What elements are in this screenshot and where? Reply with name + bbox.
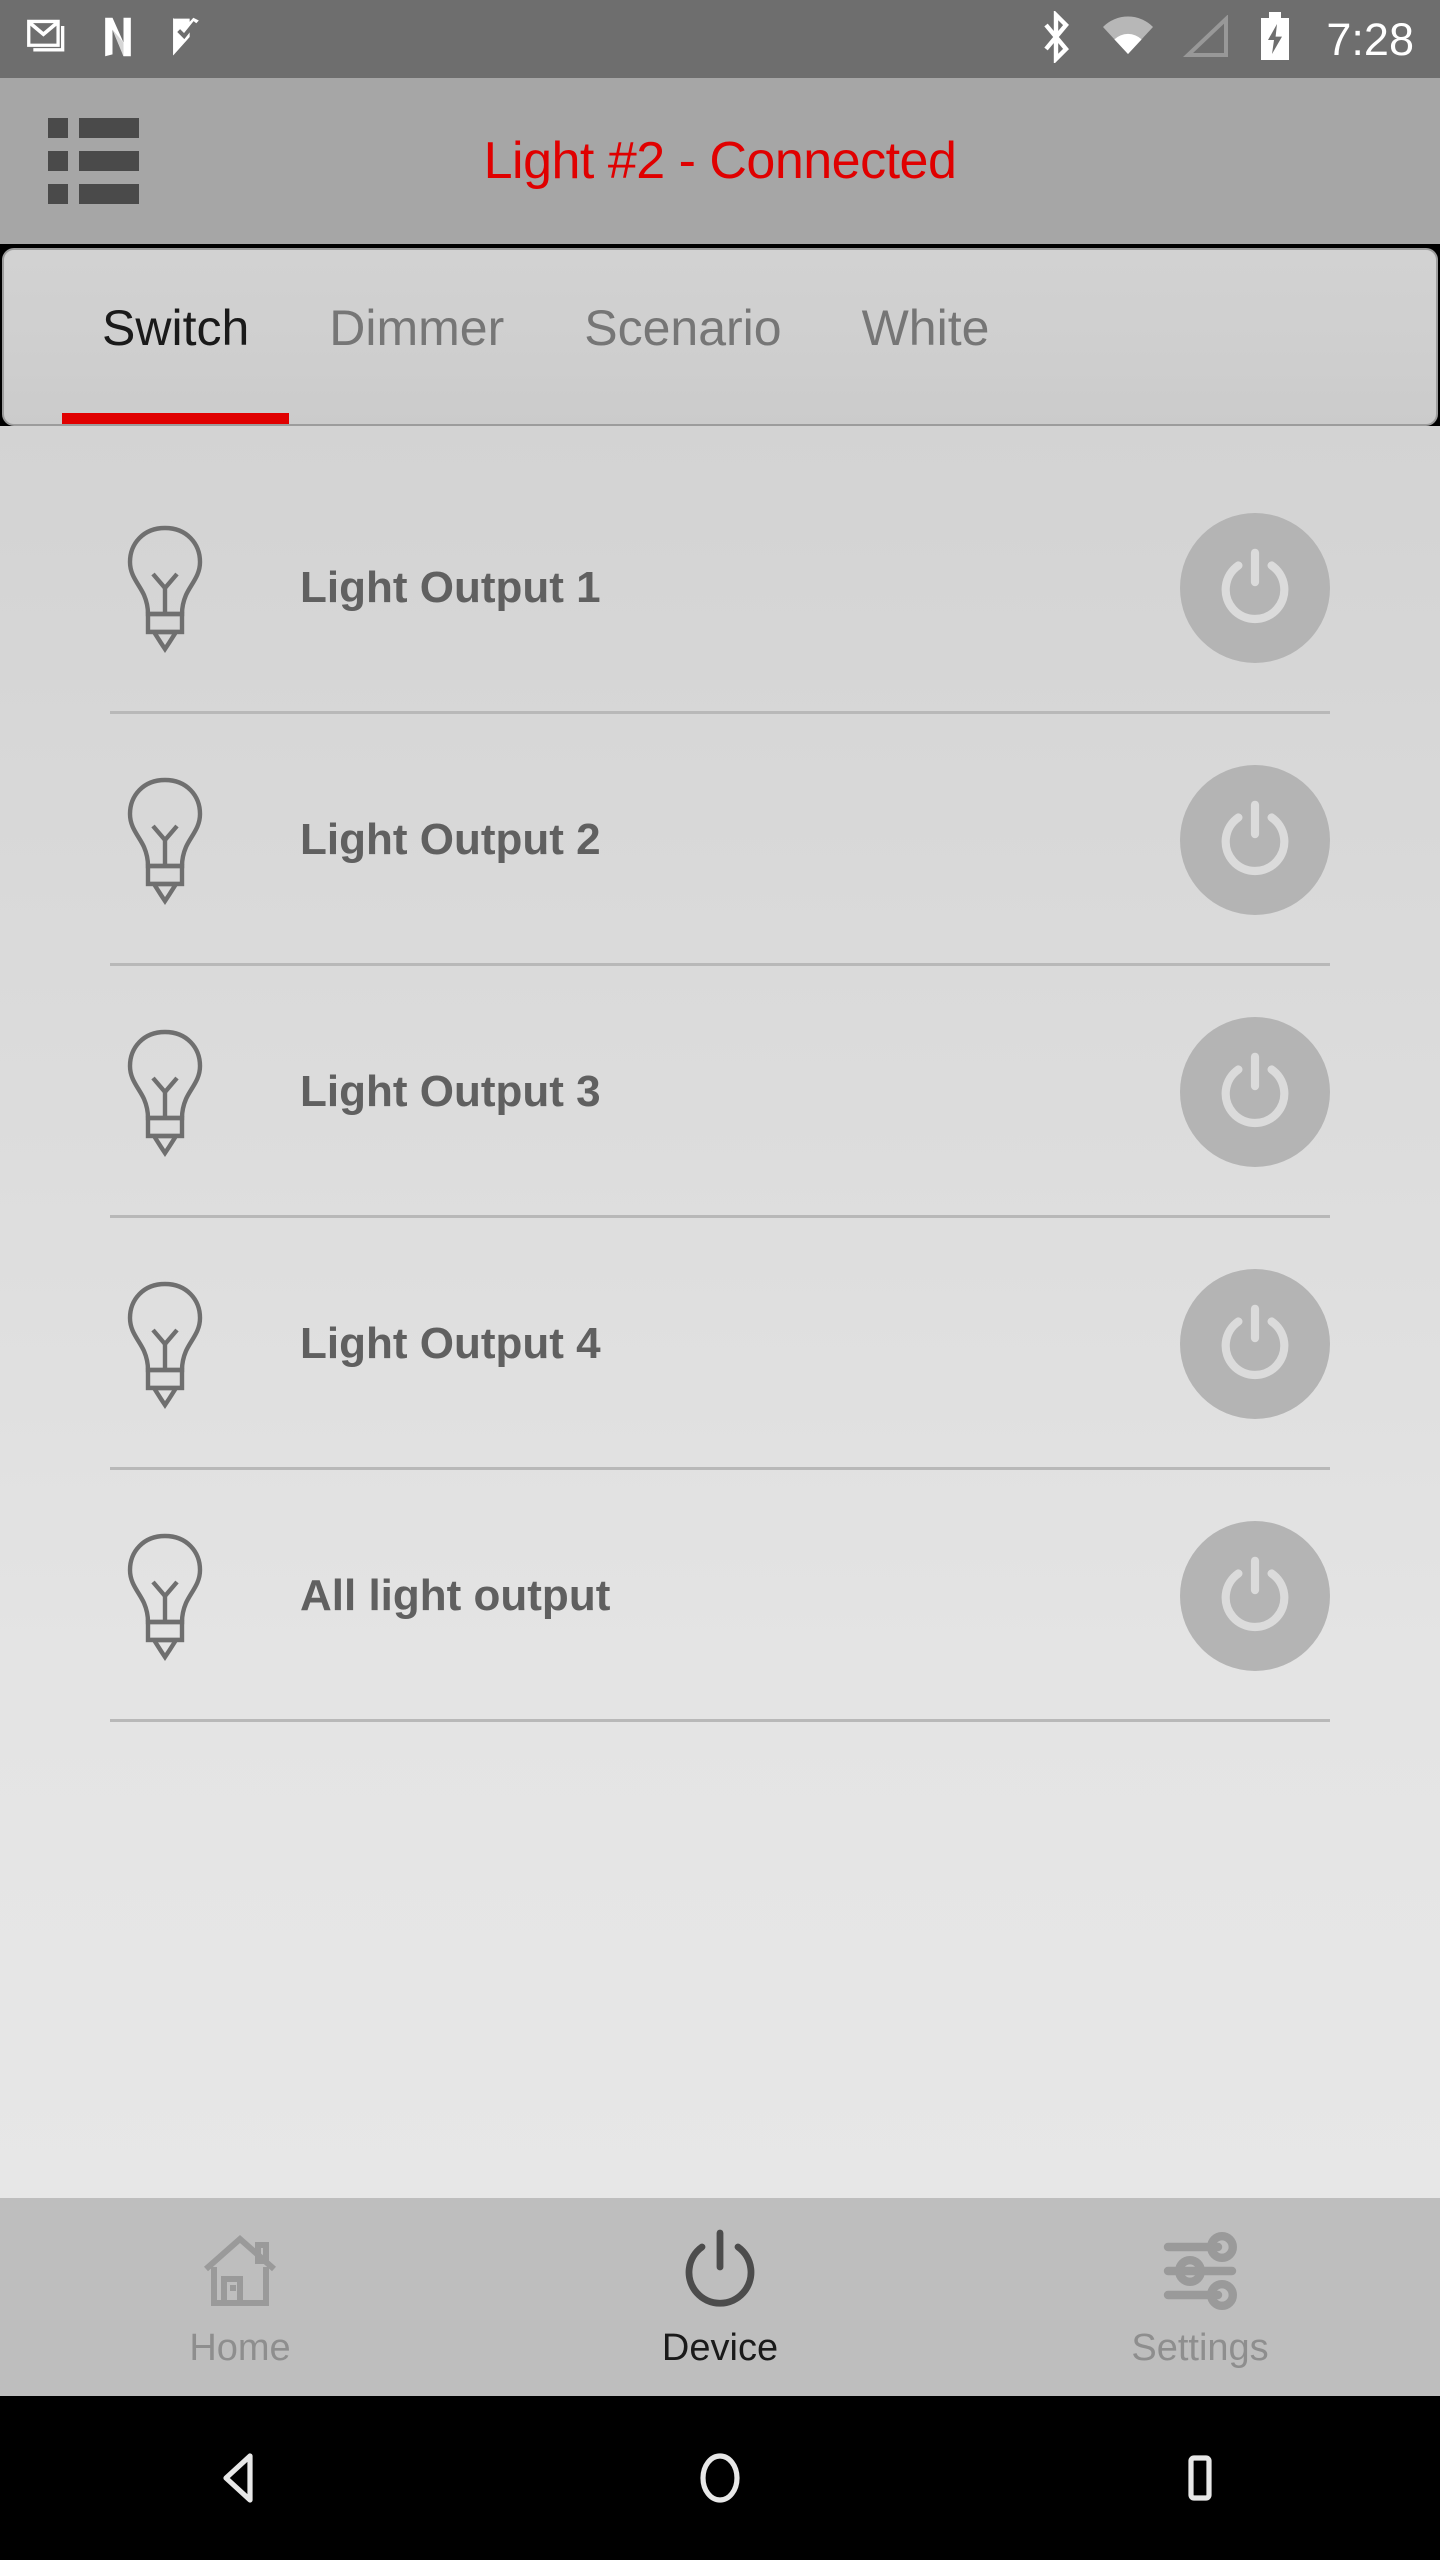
tab-switch[interactable]: Switch [62,250,290,424]
power-toggle-button[interactable] [1180,1269,1330,1419]
main-content: Light Output 1 Light Output 2 Light Outp… [0,426,1440,2198]
tab-dimmer[interactable]: Dimmer [289,250,544,424]
row-label: Light Output 1 [300,563,601,612]
nav-item-home[interactable]: Home [0,2198,480,2396]
nav-item-settings[interactable]: Settings [960,2198,1440,2396]
android-system-nav [0,2396,1440,2560]
table-row[interactable]: Light Output 1 [0,462,1440,714]
nav-label: Settings [1131,2326,1269,2369]
tab-label: Switch [102,300,250,356]
wifi-icon [1100,15,1156,64]
table-row[interactable]: Light Output 4 [0,1218,1440,1470]
bottom-navigation: Home Device Settings [0,2198,1440,2396]
bluetooth-icon [1038,9,1074,68]
table-row[interactable]: Light Output 3 [0,966,1440,1218]
table-row[interactable]: Light Output 2 [0,714,1440,966]
status-bar-system-icons: 7:28 [1038,9,1414,68]
status-bar-clock: 7:28 [1326,13,1414,65]
power-toggle-button[interactable] [1180,1017,1330,1167]
lightbulb-icon [110,774,220,906]
tab-bar: Switch Dimmer Scenario White [2,248,1438,426]
tab-active-indicator [62,413,290,424]
cellular-signal-icon [1182,13,1232,64]
recents-square-icon[interactable] [960,2446,1440,2510]
lightbulb-icon [110,1530,220,1662]
power-toggle-button[interactable] [1180,765,1330,915]
power-icon [678,2225,762,2317]
light-output-list: Light Output 1 Light Output 2 Light Outp… [0,426,1440,1722]
tab-white[interactable]: White [822,250,1030,424]
tab-label: Scenario [584,300,782,356]
row-label: Light Output 4 [300,1319,601,1368]
lightbulb-icon [110,1026,220,1158]
app-screen: 7:28 Light #2 - Connected Switch Dimmer … [0,0,1440,2560]
row-label: Light Output 3 [300,1067,601,1116]
tab-label: White [861,300,990,356]
status-bar-notification-icons [26,15,206,64]
battery-charging-icon [1258,11,1292,68]
lightbulb-icon [110,522,220,654]
app-header: Light #2 - Connected [0,78,1440,244]
gmail-icon [26,15,70,64]
home-circle-icon[interactable] [480,2446,960,2510]
tab-scenario[interactable]: Scenario [544,250,821,424]
row-label: Light Output 2 [300,815,601,864]
power-toggle-button[interactable] [1180,513,1330,663]
nav-label: Device [661,2326,779,2369]
sliders-icon [1158,2225,1242,2317]
page-title: Light #2 - Connected [483,132,957,190]
house-icon [198,2225,282,2317]
status-bar: 7:28 [0,0,1440,78]
table-row[interactable]: All light output [0,1470,1440,1722]
power-toggle-button[interactable] [1180,1521,1330,1671]
tab-label: Dimmer [329,300,505,356]
row-label: All light output [300,1571,611,1620]
netflix-icon [98,15,138,64]
nav-item-device[interactable]: Device [480,2198,960,2396]
back-triangle-icon[interactable] [0,2446,480,2510]
checklist-app-icon [166,15,206,64]
nav-label: Home [189,2326,291,2369]
lightbulb-icon [110,1278,220,1410]
row-divider [110,1719,1330,1722]
